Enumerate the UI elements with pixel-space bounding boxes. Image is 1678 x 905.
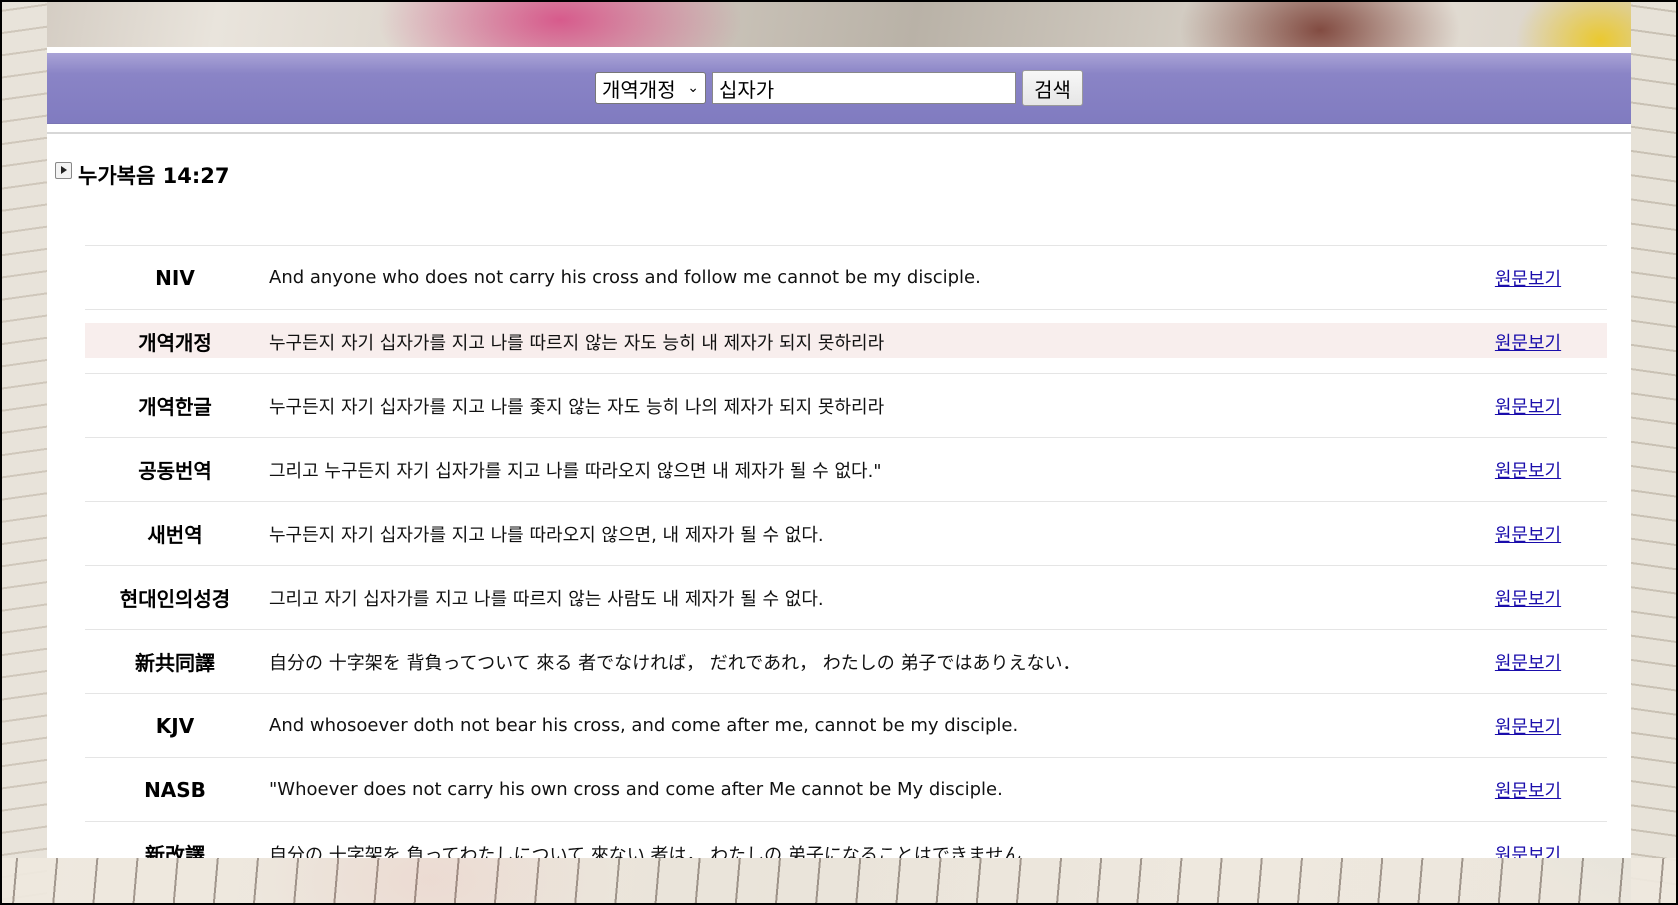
verse-row-nasb: NASB "Whoever does not carry his own cro… xyxy=(85,757,1607,821)
version-label: NIV xyxy=(155,265,195,290)
verse-row-common: 공동번역 그리고 누구든지 자기 십자가를 지고 나를 따라오지 않으면 내 제… xyxy=(85,437,1607,501)
search-button[interactable]: 검색 xyxy=(1022,70,1083,106)
view-original-link[interactable]: 원문보기 xyxy=(1473,649,1583,675)
version-label: 개역개정 xyxy=(138,331,212,355)
verse-row-shinkyodo: 新共同譯 自分の 十字架を 背負ってついて 來る 者でなければ， だれであれ， … xyxy=(85,629,1607,693)
background-page-edge-left xyxy=(0,0,47,905)
view-original-link[interactable]: 원문보기 xyxy=(1473,265,1583,291)
view-original-link[interactable]: 원문보기 xyxy=(1473,393,1583,419)
version-label: 공동번역 xyxy=(138,459,212,483)
search-input[interactable]: 십자가 xyxy=(712,72,1016,104)
version-label: KJV xyxy=(155,713,195,738)
verse-row-niv: NIV And anyone who does not carry his cr… xyxy=(85,245,1607,309)
verse-text: "Whoever does not carry his own cross an… xyxy=(269,779,1003,800)
verse-row-korean: 개역한글 누구든지 자기 십자가를 지고 나를 좇지 않는 자도 능히 나의 제… xyxy=(85,373,1607,437)
verse-text: And whosoever doth not bear his cross, a… xyxy=(269,715,1019,736)
search-header: 개역개정 ⌄ 십자가 검색 xyxy=(47,53,1631,124)
content-panel: 개역개정 ⌄ 십자가 검색 누가복음 14:27 NIV And anyone … xyxy=(47,47,1631,858)
version-select-value: 개역개정 xyxy=(602,77,676,102)
verse-text: 自分の 十字架を 負ってわたしについて 來ない 者は， わたしの 弟子になること… xyxy=(269,844,1040,859)
verse-table: NIV And anyone who does not carry his cr… xyxy=(85,245,1607,858)
verse-text: 누구든지 자기 십자가를 지고 나를 따르지 않는 자도 능히 내 제자가 되지… xyxy=(269,332,885,354)
version-select[interactable]: 개역개정 ⌄ xyxy=(595,72,706,104)
view-original-link[interactable]: 원문보기 xyxy=(1473,713,1583,739)
verse-text: 自分の 十字架を 背負ってついて 來る 者でなければ， だれであれ， わたしの … xyxy=(269,652,1081,674)
header-divider xyxy=(47,132,1631,134)
view-original-link[interactable]: 원문보기 xyxy=(1473,329,1583,355)
version-label: 개역한글 xyxy=(138,395,212,419)
view-original-link[interactable]: 원문보기 xyxy=(1473,457,1583,483)
search-input-value: 십자가 xyxy=(719,77,775,102)
verse-row-new: 새번역 누구든지 자기 십자가를 지고 나를 따라오지 않으면, 내 제자가 될… xyxy=(85,501,1607,565)
background-page-edge-bottom xyxy=(0,858,1678,905)
verse-text: 누구든지 자기 십자가를 지고 나를 좇지 않는 자도 능히 나의 제자가 되지… xyxy=(269,396,885,418)
version-label: NASB xyxy=(144,777,206,802)
background-page-edge-right xyxy=(1631,0,1678,905)
verse-text: 누구든지 자기 십자가를 지고 나를 따라오지 않으면, 내 제자가 될 수 없… xyxy=(269,524,824,546)
reference-title: 누가복음 14:27 xyxy=(78,164,230,188)
expand-icon[interactable] xyxy=(55,161,72,179)
reference-header: 누가복음 14:27 xyxy=(55,160,1631,190)
version-label: 新改譯 xyxy=(145,843,205,858)
verse-text: And anyone who does not carry his cross … xyxy=(269,267,981,288)
verse-row-revised: 개역개정 누구든지 자기 십자가를 지고 나를 따르지 않는 자도 능히 내 제… xyxy=(85,309,1607,373)
view-original-link[interactable]: 원문보기 xyxy=(1473,521,1583,547)
version-label: 新共同譯 xyxy=(135,651,215,675)
chevron-down-icon: ⌄ xyxy=(687,80,699,96)
view-original-link[interactable]: 원문보기 xyxy=(1473,585,1583,611)
verse-row-kjv: KJV And whosoever doth not bear his cros… xyxy=(85,693,1607,757)
verse-row-shinkaiyaku: 新改譯 自分の 十字架を 負ってわたしについて 來ない 者は， わたしの 弟子に… xyxy=(85,821,1607,858)
view-original-link[interactable]: 원문보기 xyxy=(1473,841,1583,859)
view-original-link[interactable]: 원문보기 xyxy=(1473,777,1583,803)
version-label: 현대인의성경 xyxy=(119,587,231,611)
version-label: 새번역 xyxy=(147,523,203,547)
verse-text: 그리고 자기 십자가를 지고 나를 따르지 않는 사람도 내 제자가 될 수 없… xyxy=(269,588,824,610)
verse-text: 그리고 누구든지 자기 십자가를 지고 나를 따라오지 않으면 내 제자가 될 … xyxy=(269,460,882,482)
verse-row-modern: 현대인의성경 그리고 자기 십자가를 지고 나를 따르지 않는 사람도 내 제자… xyxy=(85,565,1607,629)
